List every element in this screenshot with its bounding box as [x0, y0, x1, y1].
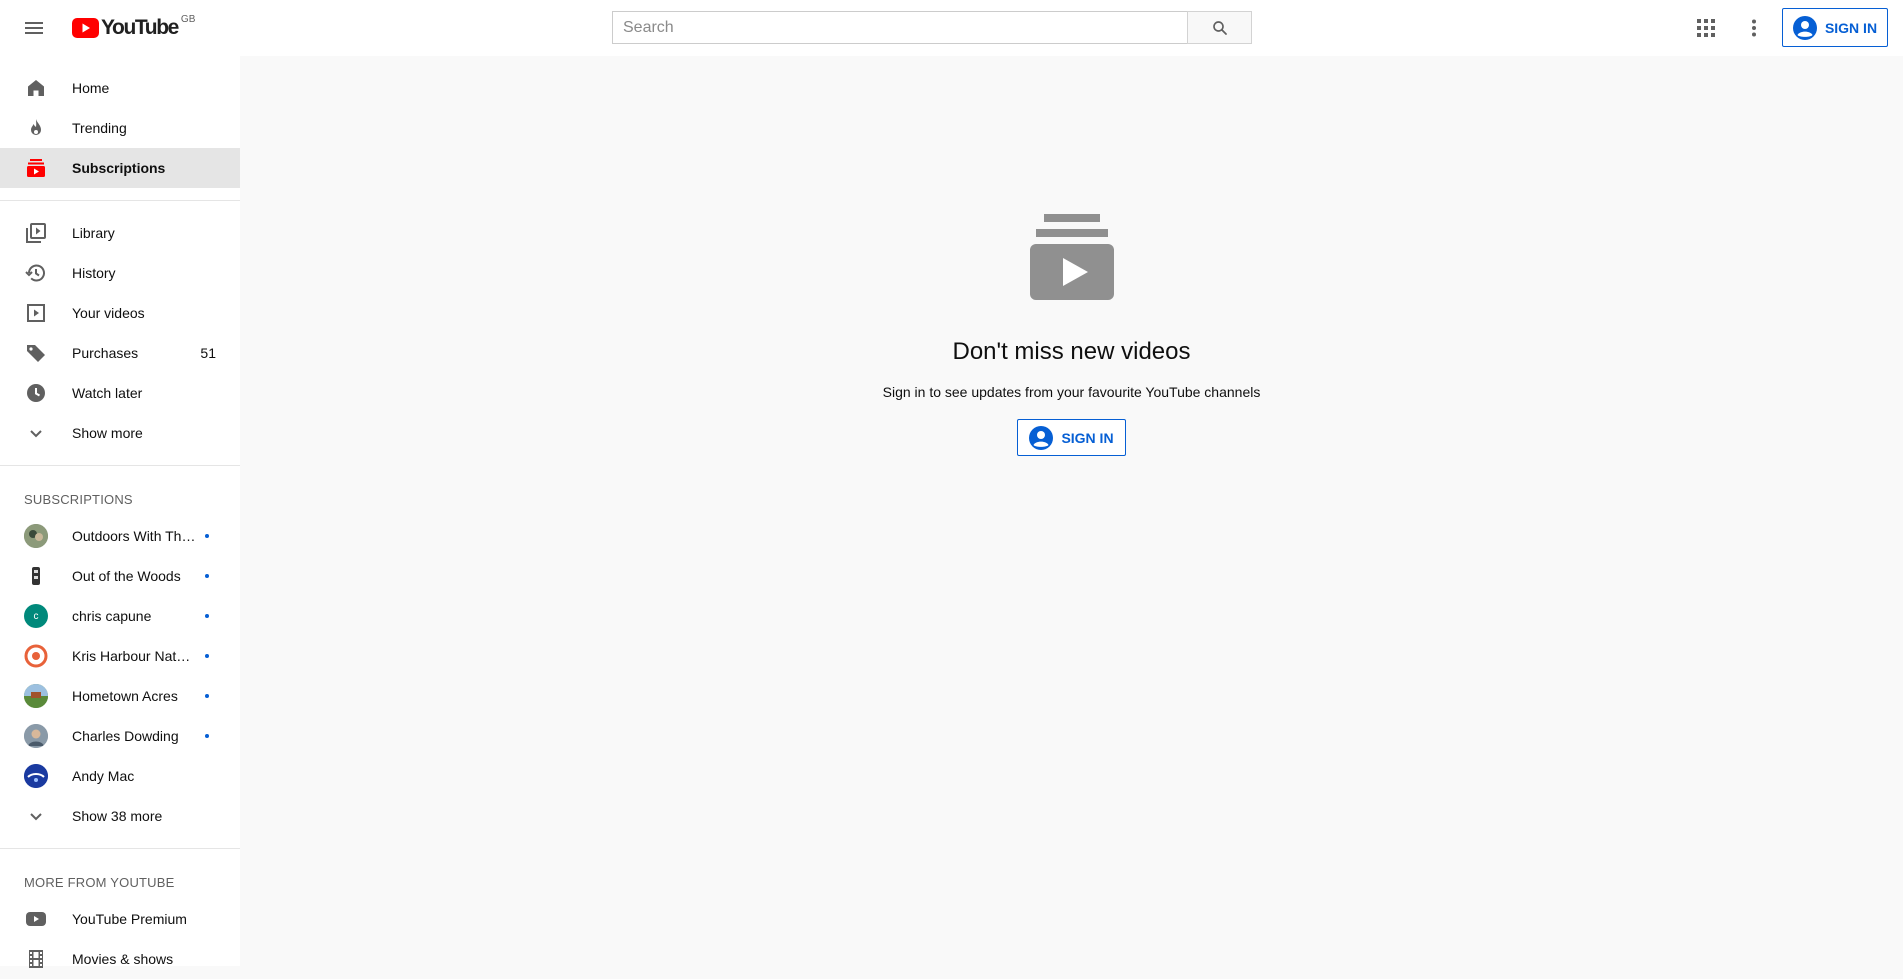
sidebar-item-subscriptions[interactable]: Subscriptions: [0, 148, 240, 188]
main-content: Don't miss new videos Sign in to see upd…: [240, 56, 1903, 966]
sidebar-item-label: Show 38 more: [72, 808, 163, 824]
purchases-count: 51: [200, 345, 216, 361]
empty-state: Don't miss new videos Sign in to see upd…: [240, 56, 1903, 456]
sidebar-item-label: Charles Dowding: [72, 728, 179, 744]
sidebar-item-label: YouTube Premium: [72, 911, 187, 927]
channel-avatar: c: [24, 604, 48, 628]
more-vert-icon: [1752, 19, 1756, 37]
sidebar-item-label: Kris Harbour Natur...: [72, 648, 198, 664]
settings-menu-button[interactable]: [1739, 13, 1769, 43]
avatar-letter: c: [33, 610, 39, 622]
new-content-dot: [205, 534, 209, 538]
channel-avatar: [24, 764, 48, 788]
sidebar-divider: [0, 465, 240, 466]
sign-in-label: SIGN IN: [1824, 19, 1878, 36]
library-icon: [24, 221, 48, 245]
sidebar-subscription-item[interactable]: Kris Harbour Natur...: [0, 636, 240, 676]
hamburger-icon: [25, 22, 43, 34]
logo-text: YouTube: [101, 16, 179, 39]
search-box: [612, 11, 1252, 44]
sidebar-item-home[interactable]: Home: [0, 68, 240, 108]
sidebar-divider: [0, 200, 240, 201]
subscriptions-icon: [24, 156, 48, 180]
search-button[interactable]: [1187, 11, 1252, 44]
youtube-premium-icon: [24, 907, 48, 931]
sidebar-show-more[interactable]: Show more: [0, 413, 240, 453]
sidebar-item-label: Trending: [72, 120, 127, 136]
guide-menu-button[interactable]: [19, 13, 49, 43]
sidebar-item-label: Subscriptions: [72, 160, 166, 176]
guide-sidebar: Home Trending Subscriptions Library Hist…: [0, 56, 240, 968]
account-circle-icon: [1029, 425, 1054, 450]
home-icon: [24, 76, 48, 100]
new-content-dot: [205, 694, 209, 698]
sidebar-subscription-item[interactable]: Out of the Woods: [0, 556, 240, 596]
empty-state-subtitle: Sign in to see updates from your favouri…: [882, 384, 1261, 400]
film-icon: [24, 947, 48, 971]
sidebar-item-label: Library: [72, 225, 115, 241]
sidebar-subscription-item[interactable]: Andy Mac: [0, 756, 240, 796]
sidebar-item-label: Home: [72, 80, 110, 96]
sidebar-item-label: Andy Mac: [72, 768, 135, 784]
new-content-dot: [205, 574, 209, 578]
channel-avatar: [24, 644, 48, 668]
new-content-dot: [205, 654, 209, 658]
flame-icon: [24, 116, 48, 140]
sidebar-item-label: Hometown Acres: [72, 688, 178, 704]
sidebar-item-label: chris capune: [72, 608, 152, 624]
sidebar-show-more-subscriptions[interactable]: Show 38 more: [0, 796, 240, 836]
sidebar-item-label: Out of the Woods: [72, 568, 181, 584]
youtube-logo[interactable]: YouTube GB: [72, 14, 196, 39]
chevron-down-icon: [24, 421, 48, 445]
sidebar-item-trending[interactable]: Trending: [0, 108, 240, 148]
sidebar-item-label: Outdoors With The...: [72, 528, 198, 544]
new-content-dot: [205, 734, 209, 738]
channel-avatar: [24, 564, 48, 588]
channel-avatar: [24, 524, 48, 548]
sidebar-item-library[interactable]: Library: [0, 213, 240, 253]
search-icon: [1212, 20, 1227, 35]
subscriptions-empty-icon: [1029, 214, 1114, 300]
sidebar-item-label: Movies & shows: [72, 951, 174, 967]
empty-state-title: Don't miss new videos: [952, 338, 1191, 365]
sidebar-item-your-videos[interactable]: Your videos: [0, 293, 240, 333]
sidebar-subscription-item[interactable]: Hometown Acres: [0, 676, 240, 716]
channel-avatar: [24, 684, 48, 708]
sidebar-subscription-item[interactable]: Outdoors With The...: [0, 516, 240, 556]
sidebar-item-history[interactable]: History: [0, 253, 240, 293]
sign-in-label: SIGN IN: [1061, 429, 1114, 446]
account-circle-icon: [1792, 15, 1817, 40]
sidebar-item-label: Your videos: [72, 305, 145, 321]
sidebar-subscription-item[interactable]: c chris capune: [0, 596, 240, 636]
apps-button[interactable]: [1691, 13, 1721, 43]
sidebar-divider: [0, 848, 240, 849]
sign-in-button[interactable]: SIGN IN: [1782, 8, 1888, 47]
sidebar-item-movies-shows[interactable]: Movies & shows: [0, 939, 240, 979]
chevron-down-icon: [24, 804, 48, 828]
sidebar-item-youtube-premium[interactable]: YouTube Premium: [0, 899, 240, 939]
sidebar-item-label: Show more: [72, 425, 143, 441]
channel-avatar: [24, 724, 48, 748]
apps-grid-icon: [1697, 19, 1715, 37]
tag-icon: [24, 341, 48, 365]
empty-state-sign-in-button[interactable]: SIGN IN: [1017, 419, 1126, 456]
your-videos-icon: [24, 301, 48, 325]
sidebar-item-watch-later[interactable]: Watch later: [0, 373, 240, 413]
sidebar-item-label: Purchases: [72, 345, 139, 361]
more-from-youtube-title: MORE FROM YOUTUBE: [24, 875, 175, 890]
sidebar-item-label: Watch later: [72, 385, 143, 401]
sidebar-subscription-item[interactable]: Charles Dowding: [0, 716, 240, 756]
masthead: YouTube GB SIGN IN: [0, 0, 1903, 56]
sidebar-item-label: History: [72, 265, 116, 281]
subscriptions-section-title: SUBSCRIPTIONS: [24, 492, 133, 507]
youtube-play-logo-icon: [72, 18, 99, 38]
logo-region: GB: [180, 14, 196, 25]
new-content-dot: [205, 614, 209, 618]
sidebar-item-purchases[interactable]: Purchases 51: [0, 333, 240, 373]
clock-icon: [24, 381, 48, 405]
history-icon: [24, 261, 48, 285]
search-input[interactable]: [612, 11, 1187, 44]
